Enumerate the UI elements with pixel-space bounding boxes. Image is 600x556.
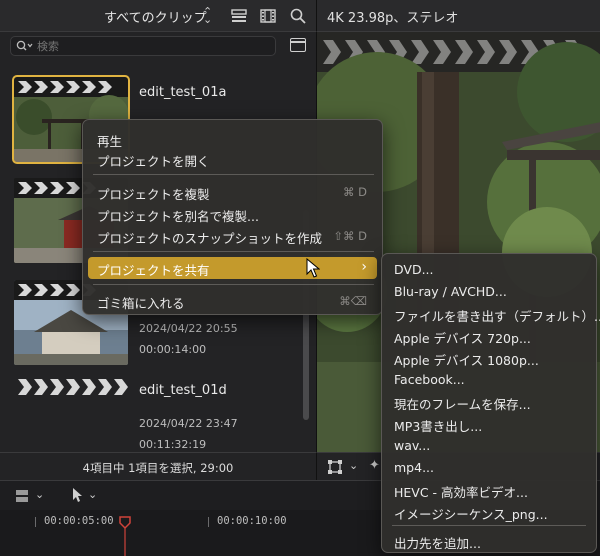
chevron-down-icon[interactable]: ⌄ [349,459,358,472]
menu-item-snapshot[interactable]: プロジェクトのスナップショットを作成 ⇧⌘ D [88,225,377,247]
timecode-label: 00:00:05:00 [44,515,114,527]
share-item-save-frame[interactable]: 現在のフレームを保存... [394,394,531,413]
menu-item-shortcut: ⇧⌘ D [333,229,367,243]
chevron-down-icon[interactable]: ⌄ [88,488,97,501]
inspector-toggle-icon[interactable] [290,38,306,52]
browser-header: すべてのクリップ ⌃ ⌄ [0,0,316,32]
clip-date: 2024/04/22 20:55 [139,322,238,335]
viewer-header: 4K 23.98p、ステレオ [316,0,600,32]
menu-separator [93,251,374,252]
clip-duration: 00:00:14:00 [139,343,207,356]
search-field-icon [16,40,34,55]
share-item-facebook[interactable]: Facebook... [394,372,465,387]
share-item-add-destination[interactable]: 出力先を追加... [394,533,481,552]
share-submenu: DVD... Blu-ray / AVCHD... ファイルを書き出す（デフォル… [381,253,600,553]
menu-item-shortcut: ⌘⌫ [339,294,367,308]
enhance-icon[interactable]: ✦ [369,458,380,473]
clip-name: edit_test_01d [139,383,227,398]
clip-thumbnail[interactable] [14,375,128,399]
library-title[interactable]: すべてのクリップ [104,7,207,26]
browser-status-bar: 4項目中 1項目を選択, 29:00 [0,452,316,480]
menu-item-label: プロジェクトを共有 [97,263,210,278]
menu-item-duplicate-as[interactable]: プロジェクトを別名で複製... [88,203,377,225]
timecode-label: 00:00:10:00 [217,515,287,527]
menu-item-label: プロジェクトを別名で複製... [97,209,259,224]
clip-name: edit_test_01a [139,85,227,100]
clip-duration: 00:11:32:19 [139,438,207,451]
share-item-bluray[interactable]: Blu-ray / AVCHD... [394,284,507,299]
search-icon[interactable] [289,7,307,25]
menu-separator [93,284,374,285]
menu-item-move-to-trash[interactable]: ゴミ箱に入れる ⌘⌫ [88,290,377,312]
clip-date: 2024/04/22 23:47 [139,417,238,430]
chevron-updown-icon[interactable]: ⌃ ⌄ [203,6,212,25]
mouse-cursor-icon [306,257,321,281]
share-item-hevc[interactable]: HEVC - 高効率ビデオ... [394,482,528,501]
selection-status: 4項目中 1項目を選択, 29:00 [82,461,234,475]
transform-icon[interactable] [327,459,343,478]
menu-separator [392,525,586,526]
search-row [0,33,316,61]
menu-item-label: プロジェクトのスナップショットを作成 [97,231,323,246]
filmstrip-icon[interactable] [259,7,277,25]
share-item-export-file[interactable]: ファイルを書き出す（デフォルト）... [394,306,600,325]
menu-item-label: ゴミ箱に入れる [97,296,185,311]
clip-appearance-icon[interactable] [14,488,32,507]
menu-item-duplicate-project[interactable]: プロジェクトを複製 ⌘ D [88,181,377,203]
search-input[interactable] [37,38,267,54]
share-item-apple-720p[interactable]: Apple デバイス 720p... [394,328,531,347]
share-item-dvd[interactable]: DVD... [394,262,434,277]
playhead[interactable] [119,516,131,556]
search-field[interactable] [10,36,276,56]
share-item-apple-1080p[interactable]: Apple デバイス 1080p... [394,350,539,369]
share-item-mp4[interactable]: mp4... [394,460,434,475]
share-item-image-sequence[interactable]: イメージシーケンス_png... [394,504,548,523]
menu-item-label: プロジェクトを開く [97,154,210,169]
menu-item-play[interactable]: 再生 [88,128,377,150]
share-item-mp3[interactable]: MP3書き出し... [394,416,482,435]
viewer-format-info: 4K 23.98p、ステレオ [327,11,459,26]
chevron-right-icon: › [361,259,367,275]
menu-item-label: プロジェクトを複製 [97,187,210,202]
menu-item-share-project[interactable]: プロジェクトを共有 › [88,257,377,279]
menu-separator [93,174,374,175]
menu-item-shortcut: ⌘ D [342,185,367,199]
menu-item-open-project[interactable]: プロジェクトを開く [88,148,377,170]
select-tool-icon[interactable] [70,487,84,506]
share-item-wav[interactable]: wav... [394,438,430,453]
chevron-down-icon[interactable]: ⌄ [35,488,44,501]
list-view-icon[interactable] [230,7,248,25]
context-menu: 再生 プロジェクトを開く プロジェクトを複製 ⌘ D プロジェクトを別名で複製.… [82,119,383,315]
